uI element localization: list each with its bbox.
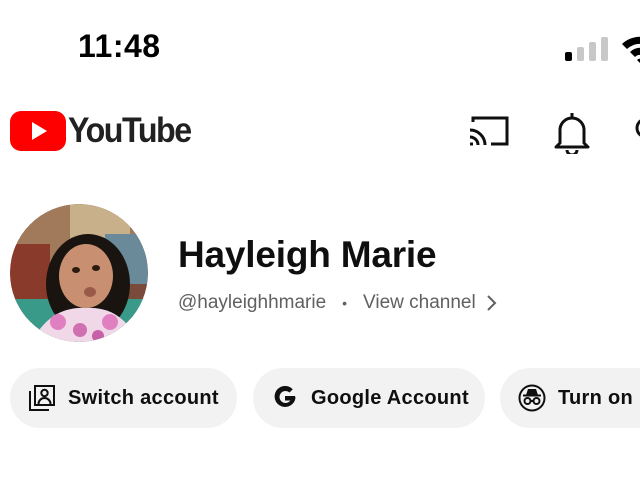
wifi-icon: [622, 36, 640, 63]
handle-row: @hayleighhmarie • View channel: [178, 292, 498, 314]
view-channel-label: View channel: [363, 292, 476, 313]
switch-account-icon: [29, 385, 55, 411]
youtube-play-icon: [10, 111, 66, 151]
youtube-wordmark: YouTube: [68, 111, 192, 150]
google-account-label: Google Account: [311, 386, 469, 409]
search-icon[interactable]: [632, 116, 640, 146]
cast-icon[interactable]: [467, 113, 511, 149]
view-channel-link[interactable]: View channel: [363, 292, 498, 314]
channel-name: Hayleigh Marie: [178, 234, 437, 275]
google-account-button[interactable]: Google Account: [253, 368, 485, 428]
channel-handle: @hayleighhmarie: [178, 292, 327, 313]
youtube-logo[interactable]: YouTube: [10, 111, 201, 151]
bell-icon[interactable]: [552, 110, 592, 154]
incognito-button[interactable]: Turn on In: [500, 368, 640, 428]
incognito-icon: [518, 384, 546, 412]
separator-dot: •: [342, 295, 348, 311]
switch-account-label: Switch account: [68, 386, 219, 409]
cellular-signal-icon: [565, 37, 609, 61]
chevron-right-icon: [487, 295, 497, 311]
google-g-icon: [274, 385, 296, 407]
avatar[interactable]: [10, 204, 148, 342]
switch-account-button[interactable]: Switch account: [10, 368, 237, 428]
status-time: 11:48: [78, 28, 161, 64]
incognito-label: Turn on In: [558, 386, 640, 409]
